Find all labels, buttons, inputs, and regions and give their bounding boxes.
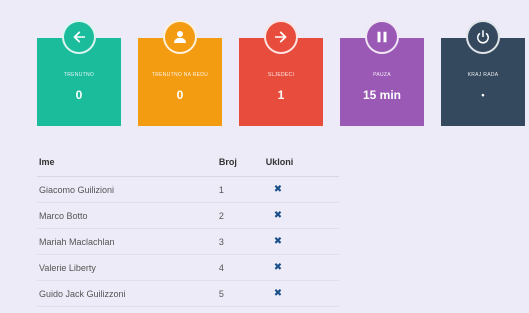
remove-icon[interactable]: ✖ (274, 210, 282, 221)
remove-icon[interactable]: ✖ (274, 236, 282, 247)
table-row: Marco Botto 2 ✖ (37, 202, 339, 229)
remove-icon[interactable]: ✖ (274, 262, 282, 273)
tile-value: 0 (75, 88, 83, 102)
tile-value: 0 (176, 88, 184, 102)
tile-label: Trenutno na redu (151, 72, 209, 78)
tile-label: Pauza (373, 72, 391, 78)
tile-value: 15 min (362, 88, 401, 102)
tile-next[interactable]: Sljedeći 1 (239, 20, 323, 126)
arrow-right-icon (264, 20, 298, 54)
user-icon (163, 20, 197, 54)
power-icon (466, 20, 500, 54)
column-header-number: Broj (218, 148, 266, 177)
table-header-row: Ime Broj Ukloni (37, 148, 339, 177)
queue-screen: Trenutno 0 Trenutno na redu 0 Sljedeći 1… (0, 0, 529, 313)
cell-name: Marco Botto (37, 202, 219, 229)
cell-name: Valerie Liberty (37, 254, 219, 281)
cell-number: 1 (218, 176, 266, 203)
cell-name: Giacomo Guilizioni (37, 176, 219, 203)
pause-icon (365, 20, 399, 54)
table-row: Valerie Liberty 4 ✖ (37, 254, 339, 281)
column-header-name: Ime (37, 148, 219, 177)
tile-label: Sljedeći (267, 72, 295, 78)
table-row: Guido Jack Guilizzoni 5 ✖ (37, 280, 339, 307)
tile-label: Trenutno (63, 72, 95, 78)
cell-number: 4 (218, 254, 266, 281)
table-row: Giacomo Guilizioni 1 ✖ (37, 176, 339, 203)
tile-bar: Trenutno 0 Trenutno na redu 0 Sljedeći 1… (37, 18, 525, 126)
table-row: Mariah Maclachlan 3 ✖ (37, 228, 339, 255)
cell-number: 5 (218, 280, 266, 307)
tile-previous[interactable]: Trenutno 0 (37, 20, 121, 126)
tile-label: Kraj rada (467, 72, 499, 78)
cell-number: 3 (218, 228, 266, 255)
tile-value: 1 (277, 88, 285, 102)
tile-value: • (481, 90, 485, 100)
remove-icon[interactable]: ✖ (274, 288, 282, 299)
column-header-remove: Ukloni (265, 148, 339, 177)
remove-icon[interactable]: ✖ (274, 184, 282, 195)
cell-name: Guido Jack Guilizzoni (37, 280, 219, 307)
cell-number: 2 (218, 202, 266, 229)
tile-current[interactable]: Trenutno na redu 0 (138, 20, 222, 126)
tile-end-work[interactable]: Kraj rada • (441, 20, 525, 126)
arrow-left-icon (62, 20, 96, 54)
tile-pause[interactable]: Pauza 15 min (340, 20, 424, 126)
queue-table: Ime Broj Ukloni Giacomo Guilizioni 1 ✖ M… (37, 148, 339, 307)
cell-name: Mariah Maclachlan (37, 228, 219, 255)
